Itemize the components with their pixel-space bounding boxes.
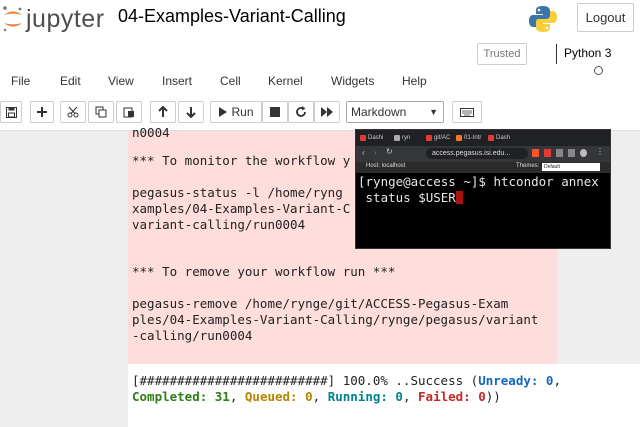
- menu-cell[interactable]: Cell: [220, 74, 241, 88]
- menu-insert[interactable]: Insert: [162, 74, 192, 88]
- cell-type-value: Markdown: [351, 105, 407, 119]
- sidebar-icon[interactable]: [568, 149, 575, 157]
- running-count: Running: 0: [327, 389, 403, 404]
- notebook-toolbar: Run Markdown ▼: [0, 96, 640, 131]
- browser-tab-strip: Dashi ryn git/AC 01-Intr Dash: [356, 130, 610, 146]
- puzzle-icon[interactable]: [556, 149, 563, 157]
- save-button[interactable]: [0, 101, 22, 123]
- git-icon: [426, 135, 432, 141]
- logout-button[interactable]: Logout: [577, 3, 634, 32]
- output-line: ples/04-Examples-Variant-Calling/rynge/p…: [132, 312, 539, 327]
- output-line: *** To monitor the workflow y: [132, 153, 351, 168]
- avatar-icon[interactable]: [580, 149, 587, 157]
- scissors-icon: [67, 106, 79, 118]
- terminal-icon: [394, 135, 400, 141]
- copy-icon: [95, 106, 107, 118]
- menu-kernel[interactable]: Kernel: [268, 74, 303, 88]
- move-up-button[interactable]: [150, 101, 176, 123]
- paste-icon: [123, 107, 134, 118]
- run-label: Run: [231, 105, 254, 119]
- dashboard-icon: [488, 135, 494, 141]
- restart-button[interactable]: [288, 101, 314, 123]
- menu-bar: File Edit View Insert Cell Kernel Widget…: [0, 70, 640, 94]
- jupyter-logo[interactable]: jupyter: [2, 4, 105, 34]
- menu-edit[interactable]: Edit: [60, 74, 81, 88]
- menu-help[interactable]: Help: [402, 74, 427, 88]
- restart-run-all-button[interactable]: [314, 101, 340, 123]
- output-line: pegasus-status -l /home/ryng: [132, 185, 343, 200]
- kernel-name[interactable]: Python 3: [564, 46, 611, 60]
- output-line: -calling/run0004: [132, 328, 253, 343]
- insert-cell-button[interactable]: [30, 101, 54, 123]
- terminal-line: [rynge@access ~]$ htcondor annex: [358, 174, 599, 189]
- notebook-icon: [456, 135, 462, 141]
- host-label: Host: localhost: [366, 163, 406, 169]
- menu-widgets[interactable]: Widgets: [331, 74, 374, 88]
- restart-icon: [296, 106, 306, 117]
- terminal-cursor: [455, 191, 463, 204]
- progress-line: [#########################] 100.0% ..Suc…: [132, 373, 561, 388]
- dashboard-icon: [360, 135, 366, 141]
- jupyter-logo-icon: [3, 6, 22, 32]
- completed-count: Completed: 31: [132, 389, 230, 404]
- fast-forward-icon: [321, 107, 333, 117]
- trusted-indicator[interactable]: Trusted: [477, 43, 527, 65]
- paste-button[interactable]: [116, 101, 142, 123]
- browser-window[interactable]: Dashi ryn git/AC 01-Intr Dash ‹ › ↻ acce…: [355, 129, 611, 249]
- menu-file[interactable]: File: [11, 74, 30, 88]
- terminal-output: [rynge@access ~]$ htcondor annex status …: [358, 174, 599, 206]
- copy-button[interactable]: [88, 101, 114, 123]
- browser-tab[interactable]: Dashi: [360, 132, 383, 144]
- output-line: variant-calling/run0004: [132, 217, 306, 232]
- keyboard-icon: [460, 107, 474, 117]
- browser-tab[interactable]: Dash: [488, 132, 510, 144]
- notebook-header: jupyter 04-Examples-Variant-Calling Logo…: [0, 0, 640, 40]
- browser-tab-active[interactable]: ryn: [394, 132, 410, 144]
- output-line: pegasus-remove /home/rynge/git/ACCESS-Pe…: [132, 296, 509, 311]
- move-down-button[interactable]: [178, 101, 204, 123]
- output-line: xamples/04-Examples-Variant-C: [132, 201, 351, 216]
- extension-icon[interactable]: [544, 149, 551, 157]
- brave-shield-icon[interactable]: [532, 149, 539, 157]
- theme-label: Themes:: [516, 163, 540, 169]
- arrow-up-icon: [158, 106, 168, 117]
- interrupt-button[interactable]: [262, 101, 288, 123]
- cell-type-select[interactable]: Markdown ▼: [346, 101, 444, 123]
- stop-icon: [270, 107, 280, 117]
- back-icon[interactable]: ‹: [362, 148, 365, 157]
- chevron-down-icon: ▼: [429, 107, 438, 117]
- menu-icon[interactable]: ⋮: [596, 147, 604, 156]
- forward-icon[interactable]: ›: [374, 148, 377, 157]
- menu-view[interactable]: View: [108, 74, 134, 88]
- unready-count: Unready: 0: [478, 373, 554, 388]
- browser-address-bar: ‹ › ↻ access.pegasus.isi.edu... ⋮: [356, 146, 610, 162]
- failed-count: Failed: 0: [418, 389, 486, 404]
- save-icon: [5, 106, 17, 118]
- output-line: n0004: [132, 125, 170, 140]
- play-icon: [219, 107, 228, 117]
- output-line: *** To remove your workflow run ***: [132, 264, 396, 279]
- python-logo-icon: [529, 6, 557, 32]
- logo-text: jupyter: [26, 5, 105, 33]
- kernel-separator: [556, 44, 557, 64]
- reload-icon[interactable]: ↻: [386, 147, 393, 156]
- queued-count: Queued: 0: [244, 389, 313, 404]
- terminal-screen[interactable]: [rynge@access ~]$ htcondor annex status …: [356, 173, 610, 248]
- theme-select[interactable]: Default: [542, 163, 600, 171]
- progress-line-2: Completed: 31, Queued: 0, Running: 0, Fa…: [132, 389, 501, 404]
- arrow-down-icon: [186, 107, 196, 118]
- run-button[interactable]: Run: [210, 101, 262, 123]
- command-palette-button[interactable]: [452, 101, 482, 123]
- progress-bar-text: [#########################] 100.0% ..Suc…: [132, 373, 479, 388]
- terminal-line: status $USER: [358, 190, 456, 205]
- cut-button[interactable]: [60, 101, 86, 123]
- browser-tab[interactable]: 01-Intr: [456, 132, 481, 144]
- terminal-toolbar: Host: localhost Themes: Default: [356, 162, 610, 173]
- browser-url-input[interactable]: access.pegasus.isi.edu...: [426, 148, 528, 159]
- plus-icon: [37, 107, 47, 117]
- notebook-title[interactable]: 04-Examples-Variant-Calling: [118, 6, 346, 27]
- browser-tab[interactable]: git/AC: [426, 132, 450, 144]
